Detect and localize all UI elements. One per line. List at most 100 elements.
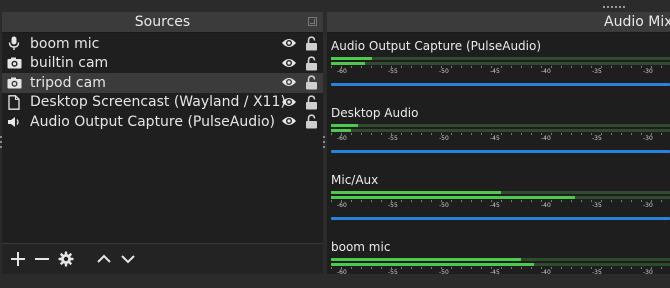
float-dock-icon[interactable] [308,17,317,26]
meter-tick-labels: -60 -55 -50 -45 -40 -35 -30 [331,269,670,274]
source-label: Audio Output Capture (PulseAudio) [30,113,276,130]
volume-meter [331,124,670,127]
sources-dock-titlebar[interactable]: Sources [2,12,323,33]
meter-tick-labels: -60 -55 -50 -45 -40 -35 -30 [331,68,670,78]
sources-dock: Sources boom mic builtin cam tripod cam … [2,12,323,274]
volume-meter [331,191,670,194]
channel-name: boom mic [331,240,391,254]
tick-label: -30 [643,269,653,274]
tick-label: -30 [643,135,653,142]
camera-icon [6,55,22,71]
meter-level [331,191,501,194]
visibility-eye-icon[interactable] [281,57,297,71]
source-label: tripod cam [30,74,106,91]
tick-label: -50 [439,269,449,274]
tick-label: -55 [388,269,398,274]
source-item-boom-mic[interactable]: boom mic [2,34,323,54]
remove-icon[interactable] [32,249,52,269]
source-label: builtin cam [30,55,109,72]
volume-slider[interactable] [331,217,670,220]
microphone-icon [6,36,22,52]
meter-level [331,129,352,132]
meter-tick-labels: -60 -55 -50 -45 -40 -35 -30 [331,202,670,212]
tick-label: -50 [439,135,449,142]
tick-label: -45 [490,68,500,75]
audio-mixer-title: Audio Mixer [604,14,670,30]
audio-mixer-channels: Audio Output Capture (PulseAudio) -60 -55-… [327,33,670,274]
meter-level [331,263,535,266]
tick-label: -35 [592,68,602,75]
audio-mixer-dock: Audio Mixer Audio Output Capture (PulseA… [327,12,670,274]
channel-name: Audio Output Capture (PulseAudio) [331,39,542,53]
tick-label: -60 [337,269,347,274]
volume-meter [331,258,670,261]
mixer-channel: Audio Output Capture (PulseAudio) -60 -55-… [331,39,670,101]
tick-label: -60 [337,202,347,209]
tick-label: -40 [541,269,551,274]
lock-icon[interactable] [305,94,319,110]
tick-label: -55 [388,135,398,142]
channel-name: Desktop Audio [331,106,419,120]
lock-icon[interactable] [305,114,319,129]
mixer-channel: boom mic -60 -55 -50 -45 -40 -35 -30 [331,240,670,274]
source-label: boom mic [30,35,100,52]
audio-mixer-titlebar[interactable]: Audio Mixer [327,12,670,33]
speaker-icon [6,114,22,130]
meter-level [331,196,576,199]
tick-label: -45 [490,135,500,142]
sources-list-area: boom mic builtin cam tripod cam Desktop … [2,33,323,274]
tick-label: -55 [388,68,398,75]
tick-label: -55 [388,202,398,209]
tick-label: -45 [490,202,500,209]
source-item-tripod-cam[interactable]: tripod cam [2,73,323,93]
tick-label: -40 [541,68,551,75]
gear-icon[interactable] [56,249,76,269]
tick-label: -60 [337,135,347,142]
source-item-builtin-cam[interactable]: builtin cam [2,54,323,74]
source-item-desktop-screencast[interactable]: Desktop Screencast (Wayland / X11) [2,93,323,113]
lock-icon[interactable] [305,75,319,90]
top-grip[interactable] [603,6,625,8]
tick-label: -40 [541,135,551,142]
visibility-eye-icon[interactable] [281,37,297,51]
channel-name: Mic/Aux [331,173,379,187]
sources-toolbar [2,243,323,274]
meter-level [331,258,521,261]
tick-label: -60 [337,68,347,75]
tick-label: -50 [439,68,449,75]
volume-meter [331,62,670,65]
mixer-channel: Mic/Aux -60 -55 -50 -45 -40 -35 -30 [331,173,670,235]
tick-label: -30 [643,68,653,75]
volume-slider[interactable] [331,150,670,153]
move-up-icon[interactable] [94,249,114,269]
visibility-eye-icon[interactable] [281,96,297,110]
source-item-audio-output-capture[interactable]: Audio Output Capture (PulseAudio) [2,112,323,132]
volume-meter [331,263,670,266]
left-resize-handle[interactable] [0,136,2,148]
source-label: Desktop Screencast (Wayland / X11) [30,94,286,111]
add-icon[interactable] [8,249,28,269]
meter-level [331,124,359,127]
move-down-icon[interactable] [118,249,138,269]
sources-dock-title: Sources [134,14,191,30]
document-icon [6,94,22,110]
source-list[interactable]: boom mic builtin cam tripod cam Desktop … [2,34,323,132]
tick-label: -40 [541,202,551,209]
tick-label: -35 [592,202,602,209]
volume-slider[interactable] [331,83,670,86]
camera-icon [6,75,22,91]
tick-label: -30 [643,202,653,209]
volume-meter [331,129,670,132]
dock-splitter-handle[interactable] [323,136,325,148]
visibility-eye-icon[interactable] [281,76,297,90]
tick-label: -35 [592,269,602,274]
tick-label: -50 [439,202,449,209]
lock-icon[interactable] [305,36,319,51]
visibility-eye-icon[interactable] [281,115,297,129]
volume-meter [331,57,670,60]
mixer-channel: Desktop Audio -60 -55 -50 -45 -40 -35 -30 [331,106,670,168]
meter-level [331,57,372,60]
volume-meter [331,196,670,199]
lock-icon[interactable] [305,55,319,71]
meter-tick-labels: -60 -55 -50 -45 -40 -35 -30 [331,135,670,145]
